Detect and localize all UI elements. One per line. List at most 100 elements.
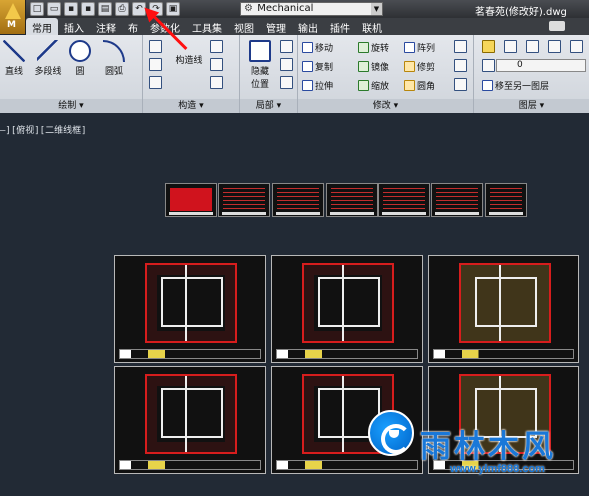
circle-tool[interactable]: 圆: [66, 40, 94, 77]
title-bar: M □ ▭ ▪ ▪ ▤ ⎙ ↶ ↷ ▣ ⚙ Mechanical ▼ 茗春苑(修…: [0, 0, 589, 34]
tab-output[interactable]: 输出: [292, 18, 324, 35]
open-file-icon[interactable]: ▭: [47, 2, 61, 16]
move-tool[interactable]: 移动: [302, 40, 333, 54]
tab-plugins[interactable]: 插件: [324, 18, 356, 35]
move-to-layer-tool[interactable]: 移至另一图层: [482, 78, 549, 92]
layer-dropdown[interactable]: 0: [496, 59, 586, 72]
draw-title: 绘制: [58, 101, 77, 111]
rotate-icon: [358, 41, 369, 53]
sheet-thumbnail[interactable]: [165, 183, 217, 217]
workspace-value: Mechanical: [257, 3, 314, 14]
floor-plan-drawing[interactable]: [428, 255, 579, 363]
explode-icon[interactable]: [454, 59, 467, 72]
section-icon-2[interactable]: [280, 58, 293, 71]
sheet-thumbnail[interactable]: [378, 183, 430, 217]
tab-insert[interactable]: 插入: [58, 18, 90, 35]
chevron-down-icon[interactable]: ▼: [371, 3, 382, 15]
line-tool[interactable]: 直线: [0, 40, 28, 77]
tab-manage[interactable]: 管理: [260, 18, 292, 35]
sheet-thumbnail[interactable]: [272, 183, 324, 217]
floor-plan-drawing[interactable]: [271, 255, 423, 363]
erase-icon[interactable]: [454, 40, 467, 53]
hatch-icon[interactable]: [149, 76, 162, 89]
section-icon-1[interactable]: [280, 40, 293, 53]
modify-title: 修改: [372, 101, 391, 111]
save-as-icon[interactable]: ▪: [81, 2, 95, 16]
position-label: 位置: [250, 80, 269, 90]
lightbulb-icon[interactable]: [482, 59, 495, 72]
hide-icon: [249, 40, 271, 62]
sheet-thumbnail[interactable]: [431, 183, 483, 217]
trim-tool[interactable]: 修剪: [404, 59, 435, 73]
current-layer-value: 0: [517, 60, 523, 70]
tab-annotate[interactable]: 注释: [90, 18, 122, 35]
construction-line-icon[interactable]: [149, 40, 162, 53]
mirror-tool[interactable]: 镜像: [358, 59, 389, 73]
array-label: 阵列: [417, 43, 436, 54]
rotate-tool[interactable]: 旋转: [358, 40, 389, 54]
plot-icon[interactable]: ⎙: [115, 2, 129, 16]
stretch-tool[interactable]: 拉伸: [302, 78, 333, 92]
sheet-thumbnail[interactable]: [218, 183, 270, 217]
tab-view[interactable]: 视图: [228, 18, 260, 35]
floor-plan-drawing[interactable]: [114, 366, 266, 474]
panel-construct-title[interactable]: 构造 ▾: [143, 99, 239, 113]
circle-target-icon[interactable]: [210, 40, 223, 53]
copy-label: 复制: [315, 62, 334, 73]
copy-tool[interactable]: 复制: [302, 59, 333, 73]
autocad-logo-icon: [5, 3, 21, 19]
tab-toolsets[interactable]: 工具集: [186, 18, 228, 35]
new-file-icon[interactable]: □: [30, 2, 44, 16]
section-title: 局部: [255, 101, 274, 111]
panel-draw: 直线 多段线 圆 圆弧 绘制 ▾: [0, 35, 143, 113]
watermark-name: 雨林木风: [420, 429, 556, 465]
floor-plan-drawing[interactable]: [114, 255, 266, 363]
panel-modify-title[interactable]: 修改 ▾: [298, 99, 473, 113]
hide-position-tool[interactable]: 隐藏 位置: [244, 40, 276, 90]
line-label: 直线: [4, 67, 23, 77]
fillet-tool[interactable]: 圆角: [404, 78, 435, 92]
line-icon: [3, 40, 25, 62]
save-icon[interactable]: ▪: [64, 2, 78, 16]
trim-label: 修剪: [417, 62, 436, 73]
polyline-label: 多段线: [34, 67, 62, 77]
layer-properties-icon[interactable]: [482, 40, 495, 53]
ribbon-display-toggle[interactable]: [549, 18, 589, 35]
move-to-layer-icon: [482, 79, 493, 91]
layer-isolate-icon[interactable]: [526, 40, 539, 53]
tab-home[interactable]: 常用: [26, 18, 58, 35]
section-icon-3[interactable]: [280, 76, 293, 89]
arc-tool[interactable]: 圆弧: [98, 40, 130, 77]
grid-icon[interactable]: [210, 58, 223, 71]
print-preview-icon[interactable]: ▤: [98, 2, 112, 16]
plot-dropdown-icon[interactable]: ▣: [166, 2, 180, 16]
panel-section-title[interactable]: 局部 ▾: [240, 99, 297, 113]
polyline-tool[interactable]: 多段线: [30, 40, 66, 77]
panel-layers-title[interactable]: 图层 ▾: [474, 99, 589, 113]
layer-lock-icon[interactable]: [570, 40, 583, 53]
array-tool[interactable]: 阵列: [404, 40, 435, 54]
panel-draw-title[interactable]: 绘制 ▾: [0, 99, 142, 113]
rectangle-icon[interactable]: [149, 58, 162, 71]
scale-tool[interactable]: 缩放: [358, 78, 389, 92]
panel-layers: 0 移至另一图层 图层 ▾: [474, 35, 589, 113]
offset-icon[interactable]: [454, 78, 467, 91]
tab-layout[interactable]: 布: [122, 18, 144, 35]
panel-section: 隐藏 位置 局部 ▾: [240, 35, 298, 113]
ribbon-tabs: 常用 插入 注释 布 参数化 工具集 视图 管理 输出 插件 联机: [26, 18, 589, 35]
layer-state-icon[interactable]: [504, 40, 517, 53]
sheet-thumbnail[interactable]: [485, 183, 527, 217]
document-title: 茗春苑(修改好).dwg: [475, 7, 567, 18]
workspace-selector[interactable]: ⚙ Mechanical ▼: [240, 2, 383, 16]
camera-icon: [549, 21, 565, 31]
viewport-label[interactable]: –][俯视][二维线框]: [0, 123, 87, 136]
sheet-thumbnail[interactable]: [326, 183, 378, 217]
application-menu-button[interactable]: M: [0, 0, 26, 34]
region-icon[interactable]: [210, 76, 223, 89]
construction-line-tool[interactable]: 构造线: [171, 53, 207, 66]
layer-freeze-icon[interactable]: [548, 40, 561, 53]
app-letter: M: [7, 20, 16, 30]
copy-icon: [302, 60, 313, 72]
tab-online[interactable]: 联机: [356, 18, 388, 35]
move-icon: [302, 41, 313, 53]
